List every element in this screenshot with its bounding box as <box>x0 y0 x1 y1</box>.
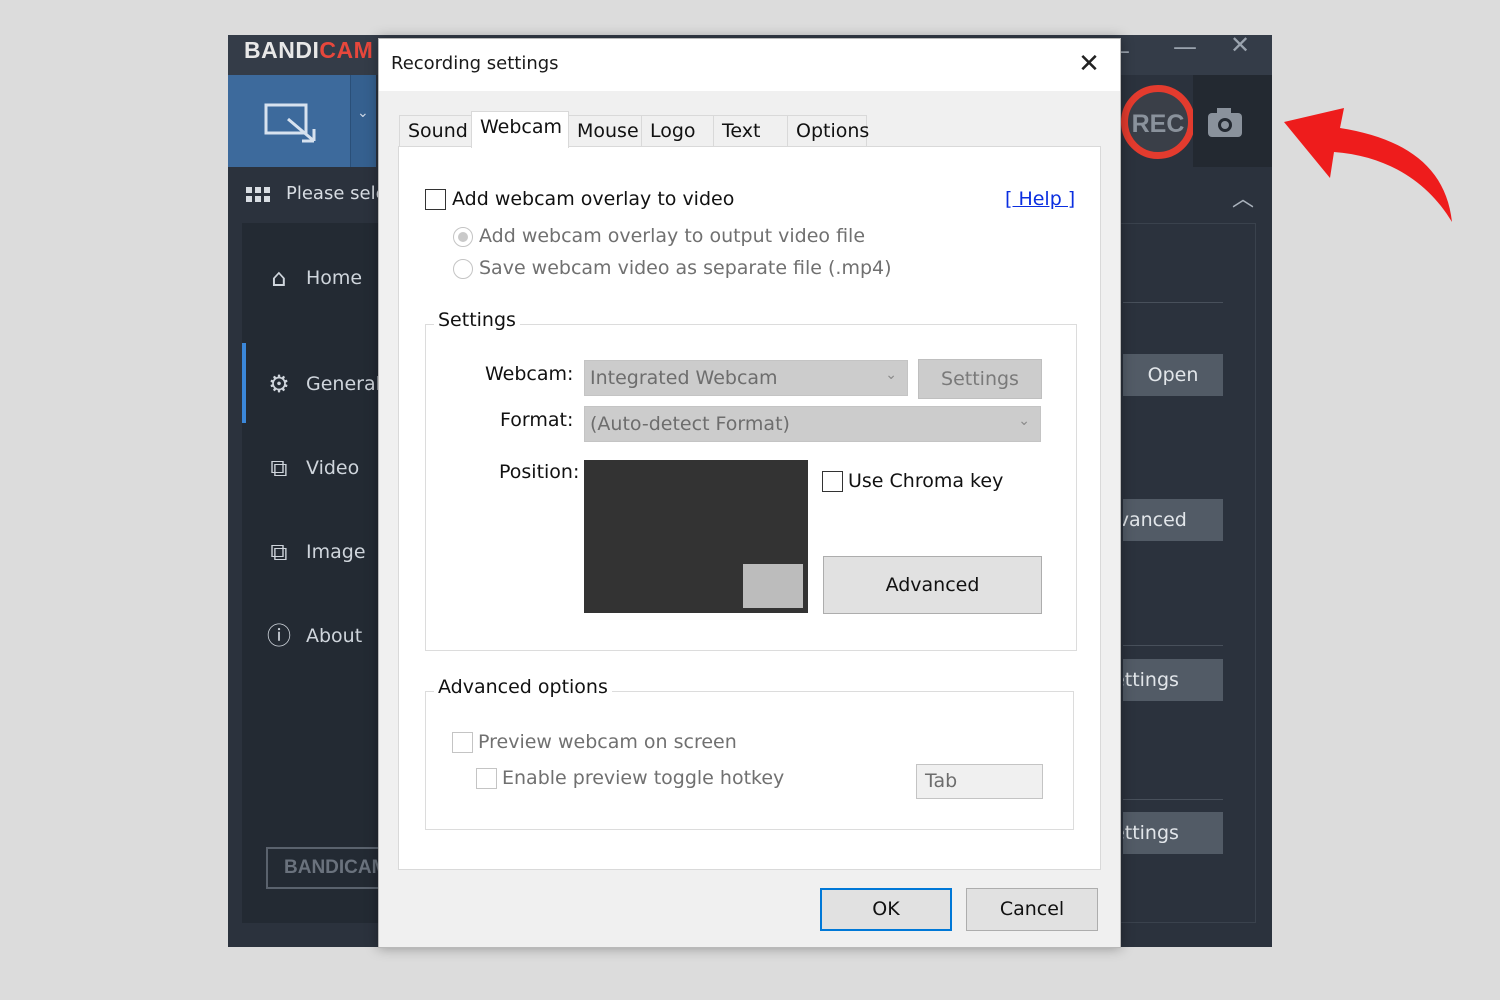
preview-hotkey-label: Enable preview toggle hotkey <box>502 767 785 789</box>
chevron-up-icon[interactable]: ︿ <box>1232 181 1254 213</box>
webcam-position-marker[interactable] <box>743 564 803 608</box>
add-overlay-checkbox[interactable] <box>425 189 446 210</box>
chevron-down-icon: ⌄ <box>1018 413 1030 429</box>
bandicam-logo: BANDICAM <box>244 37 374 63</box>
open-button[interactable]: Open <box>1123 354 1223 396</box>
mode-dropdown[interactable]: ⌄ <box>350 75 376 167</box>
ok-button[interactable]: OK <box>820 888 952 931</box>
advanced-options-group: Advanced options Preview webcam on scree… <box>425 676 1074 830</box>
webcam-label: Webcam: <box>485 363 574 385</box>
dialog-title: Recording settings <box>391 53 559 74</box>
sidebar-item-label: Home <box>306 267 363 289</box>
tab-mouse[interactable]: Mouse <box>568 115 642 147</box>
tab-sound[interactable]: Sound <box>399 115 472 147</box>
bandicam-sidebar: ⌂ Home ⚙ General ⧉ Video ⧉ Image ⓘ About… <box>242 223 396 923</box>
chevron-down-icon: ⌄ <box>885 367 897 383</box>
divider <box>1123 799 1223 800</box>
tab-options[interactable]: Options <box>787 115 869 147</box>
hotkey-value: Tab <box>925 770 958 792</box>
rec-button[interactable]: REC <box>1121 85 1195 159</box>
settings-button[interactable]: Settings <box>1123 659 1223 701</box>
rec-label: REC <box>1131 110 1185 138</box>
screen-mode-button[interactable] <box>228 75 350 167</box>
sidebar-item-label: Image <box>306 541 366 563</box>
settings-group-title: Settings <box>434 309 520 331</box>
preview-webcam-label: Preview webcam on screen <box>478 731 737 753</box>
tab-webcam[interactable]: Webcam <box>471 111 569 148</box>
info-icon: ⓘ <box>267 622 291 650</box>
close-icon[interactable]: ✕ <box>1230 35 1250 59</box>
tab-logo[interactable]: Logo <box>641 115 714 147</box>
sidebar-item-video[interactable]: ⧉ Video <box>242 427 382 507</box>
settings-group: Settings Webcam: Integrated Webcam ⌄ Set… <box>425 309 1077 651</box>
advanced-button[interactable]: Advanced <box>1123 499 1223 541</box>
overlay-output-label: Add webcam overlay to output video file <box>479 225 866 247</box>
format-label: Format: <box>500 409 574 431</box>
divider <box>1123 645 1223 646</box>
add-overlay-label: Add webcam overlay to video <box>452 188 735 210</box>
advanced-button[interactable]: Advanced <box>823 556 1042 614</box>
help-link[interactable]: [ Help ] <box>1005 188 1075 210</box>
gear-icon: ⚙ <box>268 370 290 398</box>
tab-text[interactable]: Text <box>713 115 788 147</box>
separate-file-radio[interactable] <box>453 259 473 279</box>
home-icon: ⌂ <box>271 264 287 292</box>
overlay-output-radio[interactable] <box>453 227 473 247</box>
format-select-value: (Auto-detect Format) <box>590 413 790 435</box>
dialog-titlebar: Recording settings ✕ <box>379 39 1120 91</box>
grid-icon <box>246 187 272 205</box>
screenshot-button[interactable] <box>1193 75 1272 167</box>
webcam-settings-button[interactable]: Settings <box>918 359 1042 399</box>
sidebar-item-about[interactable]: ⓘ About <box>242 595 382 675</box>
sidebar-item-label: Video <box>306 457 360 479</box>
close-icon[interactable]: ✕ <box>1072 47 1106 81</box>
position-label: Position: <box>499 461 580 483</box>
chevron-down-icon: ⌄ <box>357 105 369 121</box>
minimize-icon[interactable]: — <box>1173 35 1197 61</box>
red-arrow-annotation <box>1284 108 1452 222</box>
sidebar-item-image[interactable]: ⧉ Image <box>242 511 382 591</box>
recording-settings-dialog: Recording settings ✕ Sound Webcam Mouse … <box>378 38 1121 948</box>
screen-region-icon <box>264 103 316 143</box>
advanced-options-title: Advanced options <box>434 676 612 698</box>
cancel-button[interactable]: Cancel <box>966 888 1098 931</box>
settings-button[interactable]: Settings <box>1123 812 1223 854</box>
sidebar-item-general[interactable]: ⚙ General <box>242 343 382 423</box>
sidebar-item-home[interactable]: ⌂ Home <box>242 237 382 317</box>
camera-icon <box>1208 108 1242 137</box>
chroma-key-checkbox[interactable] <box>822 471 843 492</box>
video-settings-icon: ⧉ <box>270 454 288 482</box>
image-settings-icon: ⧉ <box>270 538 288 566</box>
webcam-tab-panel: Add webcam overlay to video [ Help ] Add… <box>398 146 1101 870</box>
sidebar-logo: BANDICAM <box>266 847 396 889</box>
position-preview[interactable] <box>584 460 808 613</box>
preview-hotkey-checkbox[interactable] <box>476 768 497 789</box>
webcam-select[interactable]: Integrated Webcam ⌄ <box>584 360 908 396</box>
webcam-select-value: Integrated Webcam <box>590 367 778 389</box>
sidebar-item-label: About <box>306 625 363 647</box>
chroma-key-label: Use Chroma key <box>848 470 1004 492</box>
hotkey-field[interactable]: Tab <box>916 764 1043 799</box>
separate-file-label: Save webcam video as separate file (.mp4… <box>479 257 892 279</box>
preview-webcam-checkbox[interactable] <box>452 732 473 753</box>
sidebar-item-label: General <box>306 373 381 395</box>
format-select[interactable]: (Auto-detect Format) ⌄ <box>584 406 1041 442</box>
divider <box>1123 302 1223 303</box>
